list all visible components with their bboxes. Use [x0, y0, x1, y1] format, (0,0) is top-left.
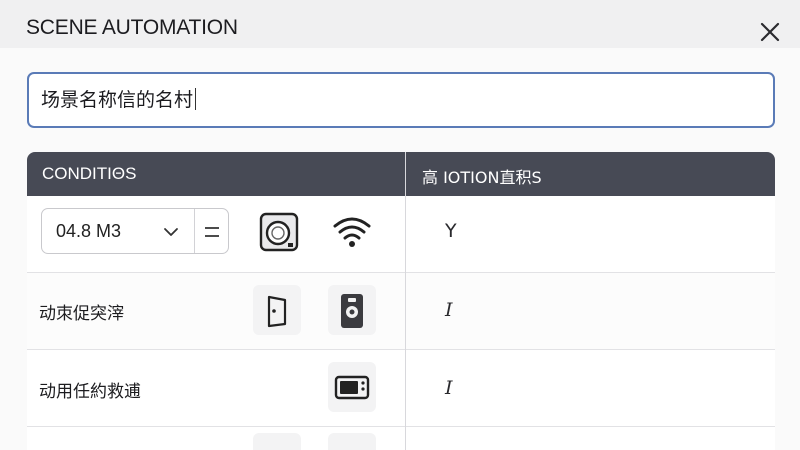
washing-machine-icon[interactable] [257, 210, 301, 254]
smart-lock-icon[interactable] [339, 292, 365, 330]
table-header: CONDITIΘS 高 IOTION直积S [27, 152, 775, 196]
wifi-icon[interactable] [331, 212, 373, 252]
action-value: I [445, 299, 453, 321]
microwave-icon[interactable] [334, 375, 370, 401]
text-caret [195, 88, 197, 110]
door-sensor-icon[interactable] [263, 294, 291, 328]
close-button[interactable] [756, 18, 784, 46]
door-sensor-tile[interactable] [253, 285, 301, 335]
select-divider [194, 209, 195, 253]
column-divider [405, 152, 406, 450]
conditions-header: CONDITIΘS [42, 164, 137, 183]
chevron-down-icon[interactable] [162, 223, 180, 241]
icon-tile-partial [328, 433, 376, 450]
table-row: 04.8 M3 Y [27, 196, 775, 273]
scene-name-input[interactable]: 场景名称信的名村 [27, 72, 775, 128]
action-value: Y [445, 220, 457, 242]
condition-label: 动朿促突滓 [39, 304, 124, 324]
action-value: I [445, 377, 453, 399]
dialog-title: SCENE AUTOMATION [26, 16, 238, 39]
condition-select[interactable]: 04.8 M3 [41, 208, 229, 254]
actions-header: 高 IOTION直积S [422, 168, 542, 187]
microwave-tile[interactable] [328, 362, 376, 412]
icon-tile-partial [253, 433, 301, 450]
table-row: 动朿促突滓 I [27, 273, 775, 350]
automation-table: CONDITIΘS 高 IOTION直积S 04.8 M3 Y 动朿促突滓 I … [27, 152, 775, 450]
table-row [27, 427, 775, 450]
condition-select-value: 04.8 M3 [56, 221, 122, 241]
condition-label: 动用任約救逋 [39, 382, 141, 402]
smart-lock-tile[interactable] [328, 285, 376, 335]
close-icon[interactable] [756, 18, 784, 46]
table-row: 动用任約救逋 I [27, 350, 775, 427]
scene-name-value: 场景名称信的名村 [41, 89, 194, 111]
menu-icon[interactable] [204, 223, 220, 241]
